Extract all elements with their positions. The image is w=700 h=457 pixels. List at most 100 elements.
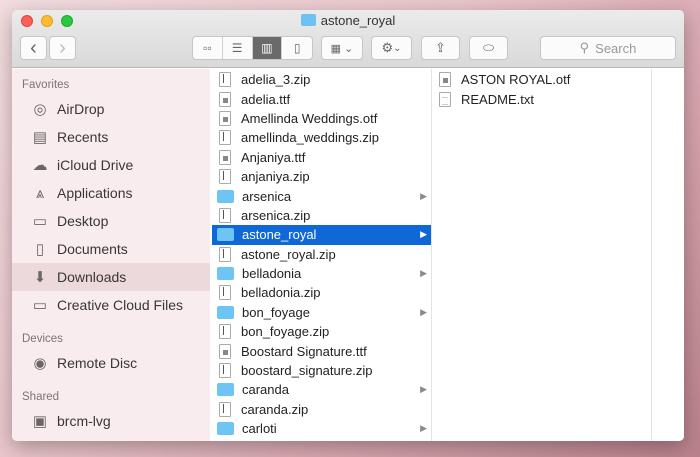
file-row[interactable]: adelia.ttf [212,89,431,108]
sidebar-section-favorites: Favorites [22,79,70,91]
file-row[interactable]: Boostard Signature.ttf [212,341,431,360]
file-name: caranda [242,382,289,398]
file-name: astone_royal [242,227,317,243]
sidebar-item-folder[interactable]: ▭ Creative Cloud Files [12,291,210,319]
file-row[interactable]: caranda.zip [212,400,431,419]
file-name: README.txt [461,91,534,107]
sidebar-item-label: Downloads [57,269,127,285]
file-row[interactable]: Anjaniya.ttf [212,148,431,167]
share-button[interactable]: ⇪ [421,36,460,60]
font-file-icon [219,91,231,107]
back-button[interactable]: ‹ [20,36,47,60]
file-row[interactable]: belladonia.zip [212,283,431,302]
search-icon: ⚲ [579,40,590,55]
airdrop-icon: ◎ [33,101,47,118]
sidebar-item-downloads[interactable]: ⬇ Downloads [12,263,210,291]
file-name: boostard_signature.zip [241,363,373,379]
folder-icon [300,14,316,26]
zip-file-icon [219,130,231,146]
sidebar-item-computer[interactable]: ▣ brcm-lvg [12,407,210,435]
zip-file-icon [219,324,231,340]
txt-file-icon [439,91,451,107]
file-name: adelia.ttf [241,91,291,107]
file-row[interactable]: astone_royal.zip [212,245,431,264]
sidebar-item-label: Desktop [57,213,109,229]
file-name: belladonia.zip [241,285,321,301]
file-row[interactable]: README.txt [432,89,651,108]
folder-row[interactable]: belladonia ▶ [212,264,431,283]
disclosure-arrow-icon: ▶ [420,384,427,395]
file-name: bon_foyage.zip [241,324,330,340]
action-gear-button[interactable]: ⚙ ⌄ [371,36,412,60]
cloud-icon: ☁ [32,157,48,174]
folder-row[interactable]: astone_royal ▶ [212,225,431,245]
font-file-icon [219,110,231,126]
sidebar-item-label: Creative Cloud Files [57,297,184,313]
file-name: carloti [242,421,277,437]
column-view-button[interactable]: ▥ [252,37,283,59]
coverflow-view-button[interactable]: ▯ [282,37,312,59]
search-field[interactable]: ⚲ Search [540,36,676,60]
disclosure-arrow-icon: ▶ [420,268,427,279]
column-2[interactable]: ASTON ROYAL.otf README.txt [432,69,652,441]
zip-file-icon [219,363,231,379]
font-file-icon [219,343,231,359]
zip-file-icon [219,207,231,223]
disclosure-arrow-icon: ▶ [420,229,427,240]
folder-row[interactable]: carloti ▶ [212,419,431,438]
sidebar-item-label: Documents [57,241,128,257]
zip-file-icon [219,401,231,417]
folder-row[interactable]: arsenica ▶ [212,186,431,205]
file-name: anjaniya.zip [241,169,310,185]
file-row[interactable]: adelia_3.zip [212,70,431,89]
file-row[interactable]: amellinda_weddings.zip [212,128,431,147]
disclosure-arrow-icon: ▶ [420,190,427,201]
file-row[interactable]: Amellinda Weddings.otf [212,109,431,128]
forward-button[interactable]: › [49,36,76,60]
tag-button[interactable]: ⬭ [469,36,508,60]
font-file-icon [439,72,451,88]
file-name: arsenica [242,188,292,204]
sidebar-item-applications[interactable]: ⩓ Applications [12,179,210,207]
title-bar: astone_royal ‹ › ▫▫ ☰ ▥ ▯ ▦ ⌄ ⚙ ⌄ ⇪ ⬭ ⚲ S… [12,10,684,68]
file-row[interactable]: ASTON ROYAL.otf [432,70,651,89]
folder-row[interactable]: bon_foyage ▶ [212,303,431,322]
file-row[interactable]: bon_foyage.zip [212,322,431,341]
arrange-button[interactable]: ▦ ⌄ [321,36,363,60]
sidebar-item-cloud[interactable]: ☁ iCloud Drive [12,151,210,179]
disclosure-arrow-icon: ▶ [420,306,427,317]
folder-icon: ▭ [32,297,48,314]
file-name: caranda.zip [241,401,309,417]
file-name: adelia_3.zip [241,72,311,88]
file-name: Amellinda Weddings.otf [241,110,378,126]
file-row[interactable]: boostard_signature.zip [212,361,431,380]
file-name: Boostard Signature.ttf [241,343,367,359]
sidebar-item-label: Recents [57,129,109,145]
file-name: Anjaniya.ttf [241,149,306,165]
sidebar-item-disc[interactable]: ◉ Remote Disc [12,349,210,377]
sidebar-section-devices: Devices [22,333,63,345]
sidebar-item-documents[interactable]: ▯ Documents [12,235,210,263]
finder-window: astone_royal ‹ › ▫▫ ☰ ▥ ▯ ▦ ⌄ ⚙ ⌄ ⇪ ⬭ ⚲ S… [12,10,684,441]
disc-icon: ◉ [33,355,47,372]
applications-icon: ⩓ [35,184,45,202]
sidebar: Favorites ◎ AirDrop ▤ Recents ☁ iCloud Drive ⩓ A… [12,69,210,441]
recents-icon: ▤ [32,129,48,146]
sidebar-section-shared: Shared [22,391,60,403]
column-3[interactable] [652,69,684,441]
folder-row[interactable]: caranda ▶ [212,380,431,399]
file-name: amellinda_weddings.zip [241,130,380,146]
sidebar-item-recents[interactable]: ▤ Recents [12,123,210,151]
list-view-button[interactable]: ☰ [223,37,253,59]
column-1[interactable]: adelia_3.zip adelia.ttf Amellinda Weddings… [212,69,432,441]
file-row[interactable]: anjaniya.zip [212,167,431,186]
file-row[interactable]: arsenica.zip [212,206,431,225]
computer-icon: ▣ [32,413,48,430]
view-switcher: ▫▫ ☰ ▥ ▯ [192,36,313,60]
file-name: astone_royal.zip [241,246,336,262]
sidebar-item-desktop[interactable]: ▭ Desktop [12,207,210,235]
sidebar-item-label: iCloud Drive [57,157,134,173]
zip-file-icon [219,246,231,262]
icon-view-button[interactable]: ▫▫ [193,37,223,59]
sidebar-item-airdrop[interactable]: ◎ AirDrop [12,95,210,123]
